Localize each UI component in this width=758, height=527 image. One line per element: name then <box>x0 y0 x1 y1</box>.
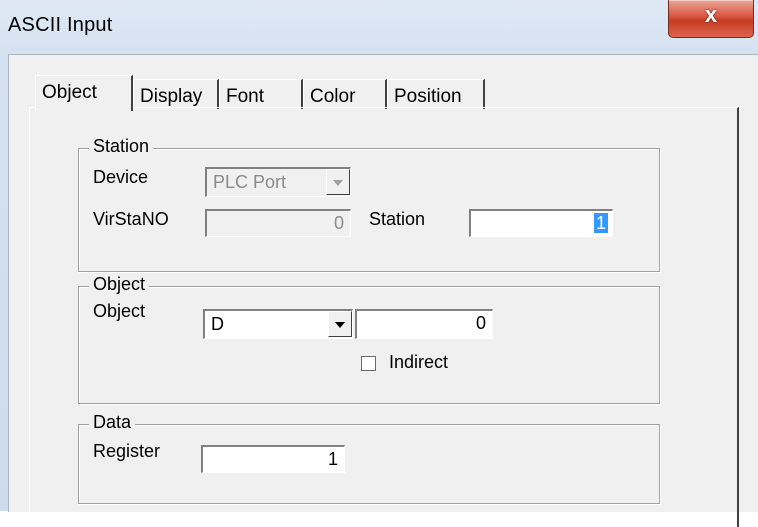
tab-panel-object: Station Device PLC Port VirStaNO 0 Stati… <box>29 107 739 527</box>
object-group: Object Object D 0 Indirect <box>78 274 660 404</box>
dialog-window: ASCII Input x Object Display Font Color … <box>0 0 758 527</box>
device-label: Device <box>93 167 149 187</box>
device-select-dropdown[interactable] <box>326 169 350 195</box>
register-label: Register <box>93 441 161 461</box>
chevron-down-icon <box>335 322 345 328</box>
station-field[interactable]: 1 <box>469 209 613 237</box>
virstano-field[interactable]: 0 <box>205 209 351 237</box>
data-group: Data Register 1 <box>78 412 660 504</box>
object-group-label: Object <box>89 274 150 295</box>
object-address-value: 0 <box>475 313 486 333</box>
station-label: Station <box>369 209 426 229</box>
dialog-body: Object Display Font Color Position Stati… <box>8 54 758 527</box>
register-value: 1 <box>327 449 338 469</box>
station-group: Station Device PLC Port VirStaNO 0 Stati… <box>78 136 660 272</box>
object-address-field[interactable]: 0 <box>355 309 493 339</box>
close-button[interactable]: x <box>668 0 754 38</box>
tab-color[interactable]: Color <box>303 79 387 109</box>
window-title: ASCII Input <box>8 14 113 36</box>
device-select-value: PLC Port <box>213 172 287 192</box>
object-type-value: D <box>211 314 224 334</box>
station-group-label: Station <box>89 136 154 157</box>
tab-font[interactable]: Font <box>219 79 303 109</box>
title-bar[interactable]: ASCII Input x <box>0 0 758 54</box>
station-value: 1 <box>593 213 608 233</box>
indirect-checkbox[interactable] <box>361 356 376 371</box>
register-field[interactable]: 1 <box>201 445 345 473</box>
object-label: Object <box>93 301 146 321</box>
tab-display[interactable]: Display <box>133 79 219 109</box>
tab-object[interactable]: Object <box>35 75 133 111</box>
chevron-down-icon <box>333 180 343 186</box>
tab-position[interactable]: Position <box>387 79 485 109</box>
device-select[interactable]: PLC Port <box>205 167 351 197</box>
virstano-value: 0 <box>333 213 344 233</box>
indirect-label: Indirect <box>389 352 449 372</box>
data-group-label: Data <box>89 412 136 433</box>
object-type-dropdown[interactable] <box>328 311 352 337</box>
object-type-select[interactable]: D <box>203 309 353 339</box>
virstano-label: VirStaNO <box>93 209 169 229</box>
close-icon: x <box>704 2 718 27</box>
